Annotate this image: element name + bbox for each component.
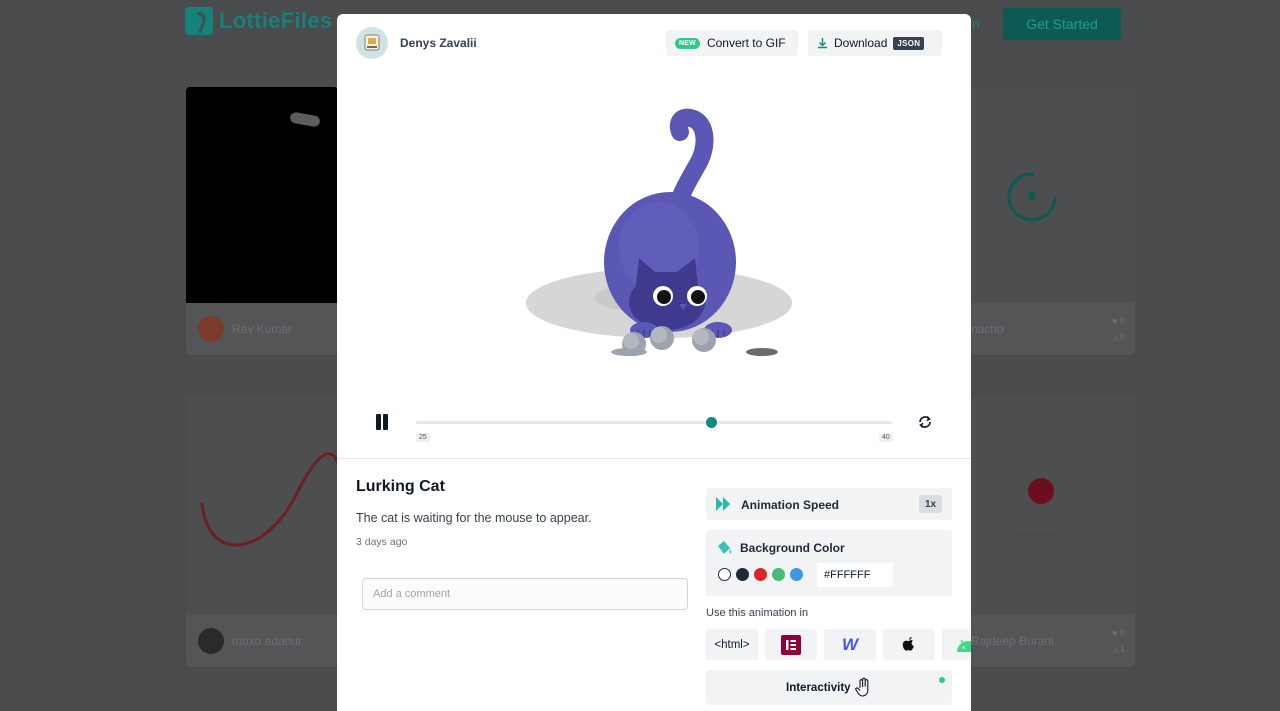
swatch-green[interactable] <box>772 568 785 581</box>
animation-speed-label: Animation Speed <box>741 498 840 512</box>
wave-shape <box>200 452 338 547</box>
animation-card[interactable]: nacho ♥ 0 ⤓ 0 <box>971 87 1135 355</box>
author-name[interactable]: Denys Zavalii <box>400 36 477 50</box>
loop-icon <box>919 415 931 429</box>
webflow-icon: W <box>841 634 859 654</box>
loop-button[interactable] <box>917 414 933 430</box>
animation-speed-control[interactable]: Animation Speed 1x <box>706 488 952 520</box>
card-thumbnail <box>971 395 1135 615</box>
html-label: <html> <box>714 638 750 651</box>
lottiefiles-logo[interactable]: LottieFiles <box>185 7 332 35</box>
interactivity-status-dot <box>939 677 945 683</box>
background-color-control: Background Color #FFFFFF <box>706 530 952 596</box>
animation-card[interactable]: muxo adanur <box>186 395 338 667</box>
card-author: Rajdeep Burani <box>971 634 1054 648</box>
lottiefiles-logo-icon <box>185 7 213 35</box>
frame-end-label: 40 <box>879 433 893 442</box>
card-thumbnail <box>186 87 338 303</box>
platform-apple[interactable] <box>883 629 935 660</box>
pause-icon <box>376 414 381 430</box>
platform-html[interactable]: <html> <box>706 629 758 660</box>
timeline-track[interactable] <box>416 417 892 428</box>
swatch-blue[interactable] <box>790 568 803 581</box>
convert-to-gif-label: Convert to GIF <box>706 36 786 50</box>
swatch-dark[interactable] <box>736 568 749 581</box>
card-thumbnail <box>186 395 338 615</box>
download-label: Download <box>834 36 888 50</box>
comment-input[interactable] <box>362 578 688 610</box>
card-thumbnail <box>971 87 1135 303</box>
avatar <box>198 316 224 342</box>
download-icon: ⤓ <box>1113 332 1118 342</box>
swatch-red[interactable] <box>754 568 767 581</box>
color-swatches <box>718 568 803 581</box>
logo-text: LottieFiles <box>219 8 333 33</box>
card-stats: ♥ 0 ⤓ 0 <box>1112 313 1125 345</box>
posted-date: 3 days ago <box>356 536 408 548</box>
platform-list: <html> W <box>706 629 971 660</box>
animation-description: The cat is waiting for the mouse to appe… <box>356 511 592 525</box>
pause-button[interactable] <box>374 414 390 430</box>
platform-webflow[interactable]: W <box>824 629 876 660</box>
animation-preview-modal: Denys Zavalii NEW Convert to GIF Downloa… <box>337 14 971 711</box>
heart-icon: ♥ <box>1112 316 1118 326</box>
animation-card[interactable]: Rav Kumar <box>186 87 338 355</box>
use-animation-in-label: Use this animation in <box>706 607 809 619</box>
interactivity-button[interactable]: Interactivity <box>706 670 952 705</box>
download-count: 1 <box>1119 644 1125 654</box>
download-button[interactable]: Download JSON <box>808 30 942 56</box>
avatar <box>198 628 224 654</box>
like-count: 0 <box>1119 316 1125 326</box>
card-author: nacho <box>971 322 1004 336</box>
ball-shape <box>1011 478 1055 537</box>
swatch-white[interactable] <box>718 568 731 581</box>
timeline-knob[interactable] <box>706 417 718 428</box>
get-started-button[interactable]: Get Started <box>1003 8 1121 40</box>
convert-to-gif-button[interactable]: NEW Convert to GIF <box>666 30 798 56</box>
card-author: Rav Kumar <box>232 322 293 336</box>
speed-value-badge[interactable]: 1x <box>919 495 942 513</box>
nav-link-partial[interactable]: n <box>972 16 980 32</box>
new-badge: NEW <box>675 37 700 49</box>
json-badge: JSON <box>893 36 925 50</box>
player-controls: 25 40 <box>337 402 971 458</box>
frame-start-label: 25 <box>416 433 430 442</box>
hand-tap-icon <box>855 677 869 697</box>
section-divider <box>337 458 971 459</box>
animation-title: Lurking Cat <box>356 478 445 495</box>
card-author: muxo adanur <box>232 634 303 648</box>
apple-icon <box>902 636 914 651</box>
hex-color-input[interactable]: #FFFFFF <box>817 563 893 587</box>
animation-card[interactable]: Rajdeep Burani ♥ 0 ⤓ 1 <box>971 395 1135 667</box>
download-icon <box>818 38 827 49</box>
paint-bucket-icon <box>718 541 732 554</box>
author-avatar[interactable] <box>356 27 388 59</box>
modal-header: Denys Zavalii NEW Convert to GIF Downloa… <box>337 14 971 72</box>
animation-details: Lurking Cat The cat is waiting for the m… <box>356 478 686 548</box>
card-stats: ♥ 0 ⤓ 1 <box>1112 625 1125 657</box>
fast-forward-icon <box>716 497 730 511</box>
interactivity-label: Interactivity <box>786 682 851 694</box>
platform-android[interactable] <box>942 629 971 660</box>
background-color-label: Background Color <box>740 541 845 555</box>
author-avatar-icon <box>364 34 380 51</box>
card-shape <box>289 111 321 128</box>
android-icon <box>957 639 971 652</box>
lurking-cat-animation <box>526 108 792 356</box>
platform-elementor[interactable] <box>765 629 817 660</box>
elementor-icon <box>781 634 801 655</box>
loader-icon <box>1007 172 1057 222</box>
heart-icon: ♥ <box>1112 628 1118 638</box>
download-count: 0 <box>1119 332 1125 342</box>
download-icon: ⤓ <box>1113 644 1118 654</box>
animation-canvas <box>337 72 971 402</box>
like-count: 0 <box>1119 628 1125 638</box>
